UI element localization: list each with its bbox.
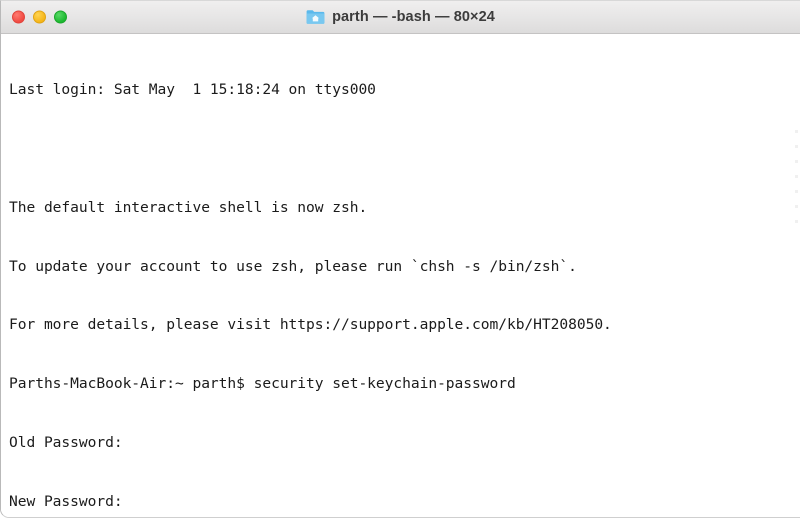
window-controls	[12, 10, 67, 24]
terminal-window[interactable]: parth — -bash — 80×24 Last login: Sat Ma…	[0, 0, 800, 518]
terminal-command-line: Parths-MacBook-Air:~ parth$ security set…	[9, 375, 516, 393]
window-title: parth — -bash — 80×24	[332, 9, 495, 25]
minimize-button[interactable]	[33, 10, 46, 24]
terminal-line: The default interactive shell is now zsh…	[9, 198, 368, 216]
title-bar[interactable]: parth — -bash — 80×24	[1, 1, 800, 34]
close-button[interactable]	[12, 10, 25, 24]
new-password-prompt: New Password:	[9, 492, 123, 510]
window-title-group: parth — -bash — 80×24	[1, 9, 800, 25]
terminal-line: Last login: Sat May 1 15:18:24 on ttys00…	[9, 81, 376, 99]
zoom-button[interactable]	[54, 10, 67, 24]
folder-home-icon	[306, 9, 325, 25]
old-password-prompt: Old Password:	[9, 433, 123, 451]
terminal-line: To update your account to use zsh, pleas…	[9, 257, 577, 275]
terminal-body[interactable]: Last login: Sat May 1 15:18:24 on ttys00…	[1, 34, 800, 517]
terminal-line: For more details, please visit https://s…	[9, 316, 612, 334]
terminal-output: Last login: Sat May 1 15:18:24 on ttys00…	[9, 41, 800, 517]
